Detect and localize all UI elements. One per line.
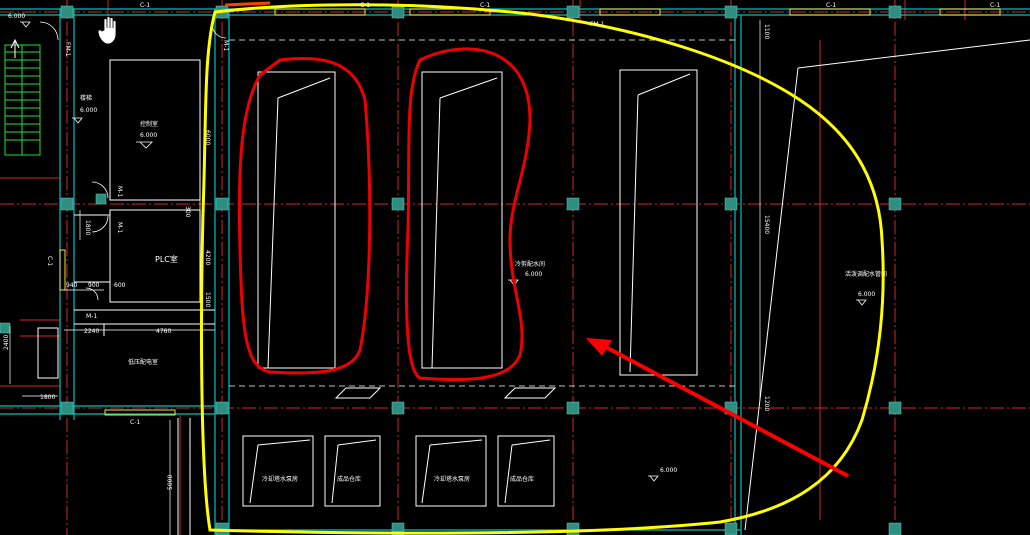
elev-cold-cut: 6.000: [525, 271, 542, 278]
dim-5000: 5000: [167, 475, 174, 490]
label-cold-cut-room: 冷剪配水间: [515, 260, 545, 268]
label-plc-room: PLC室: [155, 254, 178, 264]
label-c1-top-b: C-1: [480, 2, 490, 9]
label-m1-top: M-1: [222, 40, 229, 51]
dim-2240: 2240: [84, 328, 99, 335]
dim-1800: 1800: [84, 220, 91, 235]
label-c1-top-a: C-1: [140, 2, 150, 9]
label-control-room: 控制室: [140, 120, 158, 128]
label-pump-left-2: 成品仓库: [337, 475, 361, 483]
label-m1-bottom: M-1: [86, 313, 97, 320]
label-stair-hall: 楼梯: [80, 94, 92, 102]
label-pump-left-1: 冷却塔水泵房: [262, 475, 298, 483]
elev-top-left: 6.000: [8, 13, 25, 20]
dim-900: 900: [88, 282, 100, 289]
dim-4200: 4200: [204, 250, 211, 265]
dim-1200: 1200: [763, 396, 770, 411]
label-pump-right-2: 成品仓库: [510, 475, 534, 483]
dim-600: 600: [114, 282, 126, 289]
label-hot-cut-room: 活泼调配水管间: [845, 270, 887, 278]
cad-floor-plan: 6.000 FM-1 FM-1 M-1 M-1 M-1 M-1 C-1 C-1 …: [0, 0, 1030, 535]
dim-4760: 4760: [156, 328, 171, 335]
dim-300: 300: [184, 206, 191, 218]
elev-hot-cut: 6.000: [858, 291, 875, 298]
label-c1-top-d: C-1: [990, 2, 1000, 9]
label-fm1-left: FM-1: [64, 42, 71, 57]
dim-1800b: 1800: [40, 394, 55, 401]
dim-940: 940: [66, 282, 78, 289]
label-c1-top-e: C-1: [360, 2, 370, 9]
label-c1-left: C-1: [46, 256, 53, 266]
elev-stair: 6.000: [80, 107, 97, 114]
label-m1-left-b: M-1: [116, 222, 123, 233]
annotation-yellow-top-mark: [224, 1, 271, 7]
dim-1500: 1500: [204, 292, 211, 307]
dim-6000: 6000: [204, 130, 211, 145]
label-m1-left-a: M-1: [116, 186, 123, 197]
elev-control: 6.000: [140, 132, 157, 139]
dim-1100: 1100: [763, 24, 770, 39]
dim-2400: 2400: [3, 335, 10, 350]
label-low-voltage-room: 低压配电室: [128, 358, 158, 366]
label-c1-top-c: C-1: [826, 2, 836, 9]
dim-15400: 15400: [763, 215, 770, 234]
elev-bottom-mid: 6.000: [660, 467, 677, 474]
label-fm1-mid: FM-1: [590, 21, 605, 28]
label-c1-bottom: C-1: [130, 419, 140, 426]
label-pump-right-1: 冷却塔水泵房: [434, 475, 470, 483]
